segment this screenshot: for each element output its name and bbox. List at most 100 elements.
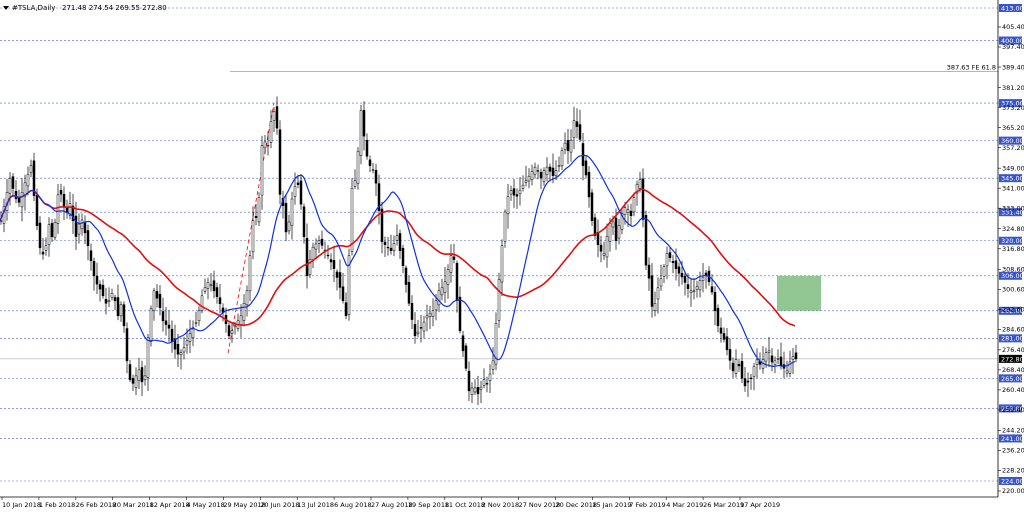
candle-body [578, 124, 582, 140]
candle-body [527, 175, 531, 182]
candle-body [326, 254, 330, 257]
candle-body [563, 142, 567, 150]
candle-body [158, 293, 162, 308]
candle-body [584, 160, 588, 176]
candle-body [122, 304, 126, 327]
candle-body [569, 139, 573, 153]
candle-body [146, 337, 150, 378]
candle-body [80, 219, 84, 230]
price-tick-label: 365.20 [1002, 124, 1024, 132]
price-tick-label: 300.60 [1002, 285, 1024, 293]
candle-body [512, 188, 516, 196]
candle-body [269, 121, 273, 143]
candle-body [515, 194, 519, 197]
price-tick-label: 373.20 [1002, 104, 1024, 112]
candle-body [92, 261, 96, 277]
candle-body [521, 184, 525, 189]
target-zone-box [777, 275, 821, 311]
candle-body [35, 194, 39, 226]
candle-body [779, 356, 783, 367]
candle-body [650, 275, 654, 307]
level-tag-label: 265.00 [1001, 375, 1024, 383]
candle-body [407, 282, 411, 304]
candle-body [671, 261, 675, 264]
candle-body [119, 304, 123, 317]
candle-body [29, 165, 33, 173]
price-tick-label: 324.80 [1002, 225, 1024, 233]
candle-body [503, 211, 507, 242]
candle-body [143, 375, 147, 380]
candle-body [731, 362, 735, 372]
svg-text:272.80: 272.80 [1001, 355, 1024, 363]
chart-header: #TSLA,Daily 271.48 274.54 269.55 272.80 [3, 4, 167, 12]
candle-body [776, 358, 780, 360]
candle-body [149, 308, 153, 342]
candle-body [629, 210, 633, 216]
candle-body [764, 352, 768, 362]
price-axis: 413.00400.00375.00360.00345.00331.40320.… [998, 4, 1024, 495]
candle-body [287, 221, 291, 232]
price-tick-label: 252.40 [1002, 406, 1024, 414]
candle-body [116, 297, 120, 317]
candle-body [551, 167, 555, 176]
candle-body [497, 279, 501, 321]
price-tick-label: 316.80 [1002, 245, 1024, 253]
candle-body [725, 336, 729, 351]
candle-body [479, 386, 483, 390]
candle-body [206, 282, 210, 289]
candle-body [509, 190, 513, 195]
candle-body [542, 170, 546, 182]
candle-body [167, 324, 171, 329]
candle-body [329, 259, 333, 263]
candle-body [419, 327, 423, 329]
candle-body [8, 177, 12, 194]
date-tick-label: 2 Nov 2018 [482, 501, 520, 509]
price-tick-label: 268.40 [1002, 366, 1024, 374]
date-tick-label: 27 Nov 2018 [519, 501, 561, 509]
candle-body [599, 244, 603, 252]
price-chart[interactable]: 387.63 FE 61.8 413.00400.00375.00360.003… [0, 0, 1024, 512]
candle-body [695, 286, 699, 290]
candle-body [665, 253, 669, 267]
candle-body [59, 190, 63, 195]
candle-body [101, 284, 105, 297]
level-tag-label: 413.00 [1001, 4, 1024, 12]
date-tick-label: 26 Feb 2018 [76, 501, 116, 509]
candle-body [755, 359, 759, 365]
candle-body [572, 120, 576, 138]
time-axis: 10 Jan 20181 Feb 2018 26 Feb 201820 Mar 2… [1, 497, 780, 509]
candle-body [581, 143, 585, 166]
candle-body [767, 350, 771, 353]
candle-body [467, 370, 471, 392]
candle-body [500, 245, 504, 283]
candle-body [506, 196, 510, 215]
candle-body [410, 303, 414, 320]
candle-body [689, 290, 693, 293]
candle-body [716, 307, 720, 327]
level-tag-label: 345.00 [1001, 175, 1024, 183]
candle-body [200, 295, 204, 311]
date-tick-label: 4 Mar 2019 [666, 501, 703, 509]
candle-body [611, 221, 615, 228]
date-tick-label: 12 Apr 2018 [150, 501, 190, 509]
candle-body [77, 223, 81, 235]
candle-body [47, 224, 51, 245]
candle-body [710, 286, 714, 293]
date-tick-label: 20 Dec 2018 [556, 501, 598, 509]
candle-body [212, 280, 216, 292]
candle-body [62, 194, 66, 208]
candle-body [362, 110, 366, 137]
candle-body [692, 290, 696, 293]
candle-body [434, 300, 438, 311]
candle-body [683, 276, 687, 283]
candle-body [20, 192, 24, 208]
price-tick-label: 333.00 [1002, 204, 1024, 212]
candle-body [536, 170, 540, 172]
price-tick-label: 228.20 [1002, 467, 1024, 475]
candle-body [674, 260, 678, 270]
candle-body [218, 297, 222, 305]
candle-body [749, 377, 753, 380]
candle-body [743, 378, 747, 387]
candle-body [11, 176, 15, 189]
candle-body [476, 387, 480, 395]
